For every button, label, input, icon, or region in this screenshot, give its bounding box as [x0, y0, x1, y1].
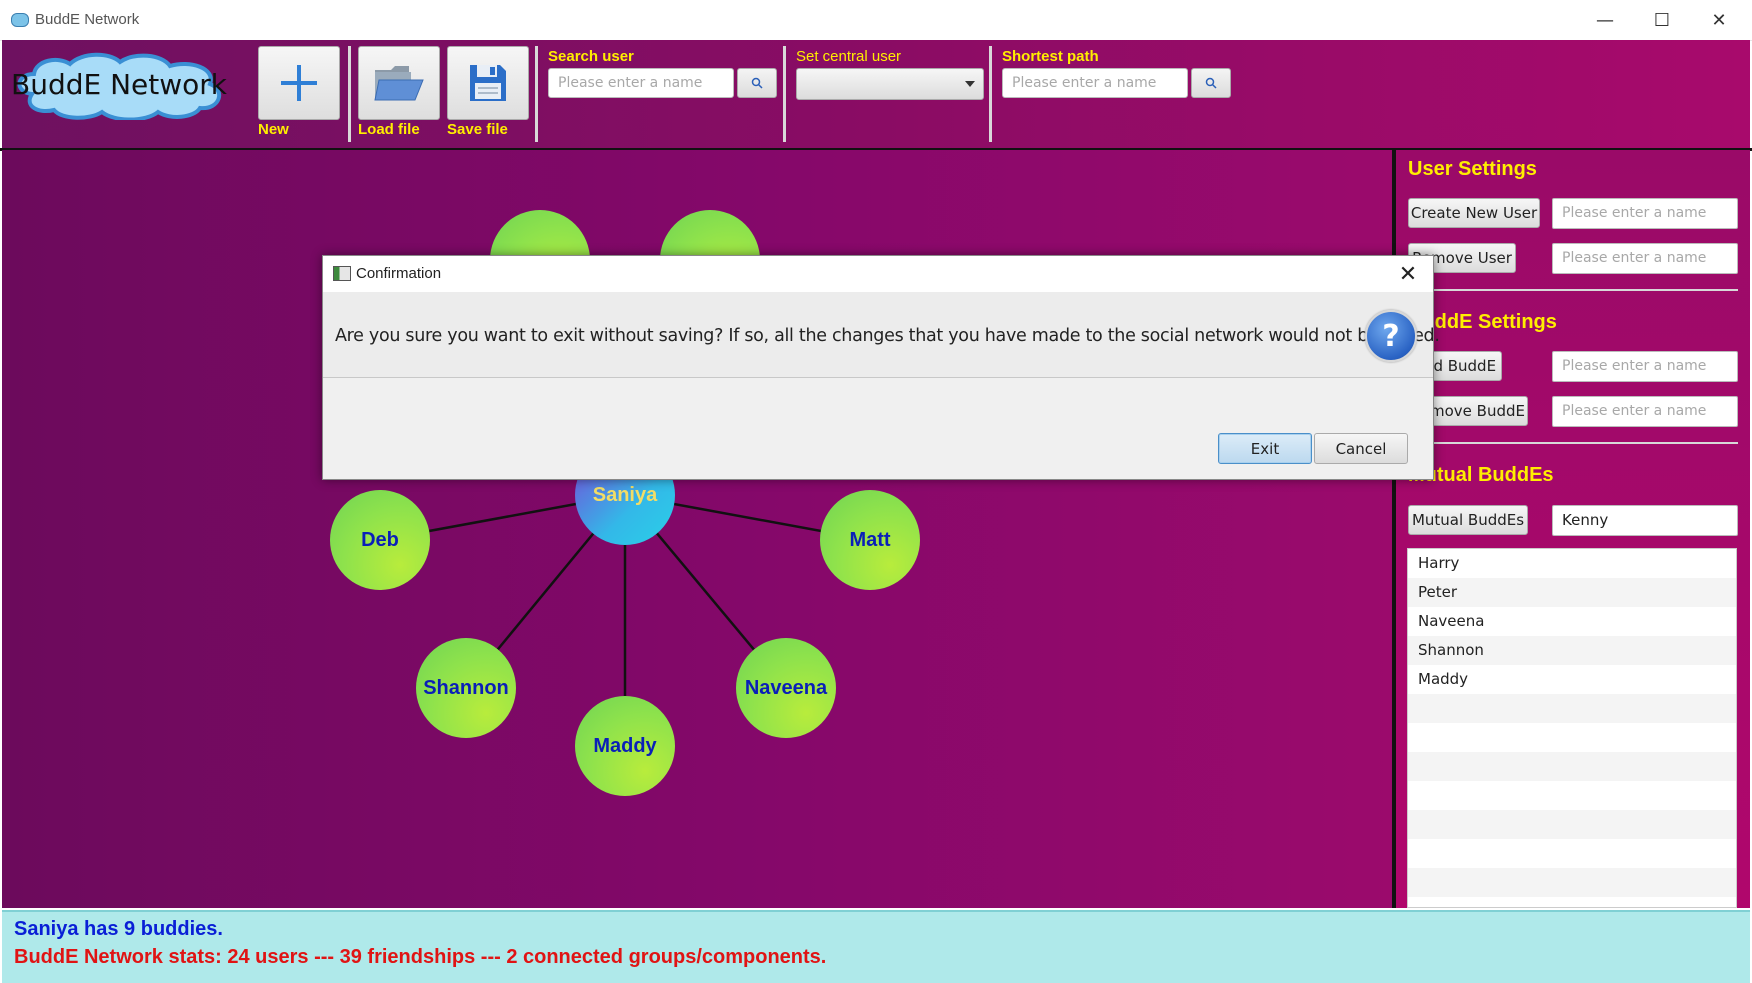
- search-icon: [1205, 77, 1217, 89]
- status-network-stats: BuddE Network stats: 24 users --- 39 fri…: [14, 946, 827, 968]
- status-buddy-count: Saniya has 9 buddies.: [14, 918, 223, 940]
- plus-icon: [281, 65, 317, 101]
- shortest-path-input[interactable]: Please enter a name: [1002, 68, 1188, 98]
- list-item[interactable]: Shannon: [1408, 636, 1736, 665]
- list-item[interactable]: [1408, 723, 1736, 752]
- search-user-label: Search user: [548, 48, 634, 65]
- chevron-down-icon: [965, 81, 975, 87]
- window-title: BuddE Network: [35, 11, 140, 28]
- save-file-button[interactable]: [447, 46, 529, 120]
- list-item[interactable]: [1408, 694, 1736, 723]
- user-settings-title: User Settings: [1408, 158, 1537, 180]
- dialog-titlebar: [323, 256, 1433, 292]
- load-file-button[interactable]: [358, 46, 440, 120]
- new-button[interactable]: [258, 46, 340, 120]
- central-user-select[interactable]: [796, 68, 984, 100]
- graph-node-naveena[interactable]: Naveena: [736, 638, 836, 738]
- divider: [1408, 442, 1738, 444]
- save-file-label: Save file: [447, 121, 508, 138]
- remove-budde-input[interactable]: Please enter a name: [1552, 396, 1738, 427]
- exit-button[interactable]: Exit: [1218, 433, 1312, 464]
- dialog-close-button[interactable]: ✕: [1393, 259, 1423, 289]
- confirmation-dialog: Confirmation ✕ Are you sure you want to …: [322, 255, 1440, 480]
- list-item[interactable]: Harry: [1408, 549, 1736, 578]
- new-label: New: [258, 121, 289, 138]
- window-close-button[interactable]: ✕: [1696, 6, 1742, 34]
- graph-node-matt[interactable]: Matt: [820, 490, 920, 590]
- toolbar-separator: [783, 46, 786, 142]
- minimize-button[interactable]: —: [1582, 6, 1628, 34]
- toolbar-separator: [348, 46, 351, 142]
- maximize-button[interactable]: ☐: [1639, 6, 1685, 34]
- search-user-input[interactable]: Please enter a name: [548, 68, 734, 98]
- mutual-buddes-button[interactable]: Mutual BuddEs: [1408, 505, 1528, 535]
- mutual-buddes-input[interactable]: Kenny: [1552, 505, 1738, 536]
- question-icon: ?: [1365, 310, 1417, 362]
- dialog-title: Confirmation: [356, 265, 442, 282]
- list-item[interactable]: [1408, 781, 1736, 810]
- list-item[interactable]: [1408, 752, 1736, 781]
- toolbar-separator: [989, 46, 992, 142]
- list-item[interactable]: Maddy: [1408, 665, 1736, 694]
- list-item[interactable]: Naveena: [1408, 607, 1736, 636]
- toolbar-separator: [535, 46, 538, 142]
- dialog-message: Are you sure you want to exit without sa…: [335, 326, 1440, 346]
- floppy-disk-icon: [470, 65, 506, 101]
- load-file-label: Load file: [358, 121, 420, 138]
- divider: [1408, 289, 1738, 291]
- create-user-button[interactable]: Create New User: [1408, 198, 1540, 228]
- list-item[interactable]: [1408, 868, 1736, 897]
- list-item[interactable]: [1408, 810, 1736, 839]
- graph-node-maddy[interactable]: Maddy: [575, 696, 675, 796]
- cancel-button[interactable]: Cancel: [1314, 433, 1408, 464]
- mutual-buddes-list[interactable]: Harry Peter Naveena Shannon Maddy: [1407, 548, 1737, 908]
- app-icon: [11, 13, 29, 27]
- shortest-path-label: Shortest path: [1002, 48, 1099, 65]
- dialog-app-icon: [333, 266, 351, 281]
- folder-icon: [374, 66, 424, 101]
- create-user-input[interactable]: Please enter a name: [1552, 198, 1738, 229]
- shortest-path-button[interactable]: [1191, 68, 1231, 98]
- window-titlebar: [0, 0, 1752, 41]
- graph-node-deb[interactable]: Deb: [330, 490, 430, 590]
- list-item[interactable]: Peter: [1408, 578, 1736, 607]
- search-user-button[interactable]: [737, 68, 777, 98]
- central-user-label: Set central user: [796, 48, 902, 65]
- list-item[interactable]: [1408, 839, 1736, 868]
- search-icon: [751, 77, 763, 89]
- remove-user-input[interactable]: Please enter a name: [1552, 243, 1738, 274]
- logo-text: BuddE Network: [10, 68, 227, 101]
- graph-node-shannon[interactable]: Shannon: [416, 638, 516, 738]
- add-budde-input[interactable]: Please enter a name: [1552, 351, 1738, 382]
